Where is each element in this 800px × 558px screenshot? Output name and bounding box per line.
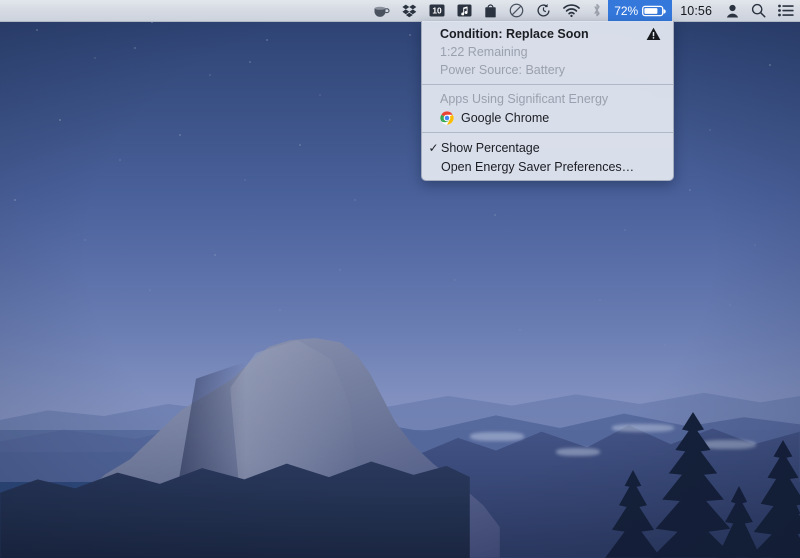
do-not-disturb-icon[interactable] — [503, 0, 530, 22]
bluetooth-icon[interactable] — [586, 0, 608, 22]
day-badge-icon[interactable]: 10 — [423, 0, 451, 22]
app-name-label: Google Chrome — [461, 111, 549, 125]
battery-time-remaining-row: 1:22 Remaining — [422, 43, 673, 61]
apps-using-energy-header: Apps Using Significant Energy — [422, 90, 673, 108]
snow-patch — [470, 432, 524, 441]
menu-separator — [422, 132, 673, 133]
battery-icon — [642, 5, 666, 17]
starfield — [0, 0, 800, 400]
battery-condition-label: Condition: Replace Soon — [440, 27, 589, 41]
snow-patch — [612, 424, 674, 432]
warning-triangle-icon — [646, 27, 661, 41]
dropbox-icon[interactable] — [396, 0, 423, 22]
menu-separator — [422, 84, 673, 85]
coffee-cup-icon[interactable] — [367, 0, 396, 22]
battery-percentage-label: 72% — [614, 4, 638, 18]
show-percentage-label: Show Percentage — [441, 141, 540, 155]
wifi-icon[interactable] — [557, 0, 586, 22]
checkmark-icon: ✓ — [427, 141, 440, 155]
battery-condition-row: Condition: Replace Soon — [422, 25, 673, 43]
day-badge-number: 10 — [433, 6, 443, 16]
notification-center-icon[interactable] — [772, 0, 800, 22]
battery-dropdown-menu: Condition: Replace Soon 1:22 Remaining P… — [421, 21, 674, 181]
shopping-bag-icon[interactable] — [478, 0, 503, 22]
chrome-icon — [440, 111, 454, 125]
menu-bar: 10 — [0, 0, 800, 22]
menubar-clock[interactable]: 10:56 — [672, 0, 720, 22]
snow-patch — [556, 448, 600, 456]
music-note-icon[interactable] — [451, 0, 478, 22]
menu-item-show-percentage[interactable]: ✓ Show Percentage — [422, 138, 673, 157]
spotlight-search-icon[interactable] — [745, 0, 772, 22]
open-energy-saver-preferences-label: Open Energy Saver Preferences… — [441, 160, 634, 174]
time-machine-icon[interactable] — [530, 0, 557, 22]
menu-item-open-energy-saver-preferences[interactable]: Open Energy Saver Preferences… — [422, 157, 673, 176]
battery-status-item[interactable]: 72% — [608, 0, 672, 22]
desktop-screen: 10 — [0, 0, 800, 558]
user-account-icon[interactable] — [720, 0, 745, 22]
battery-power-source-row: Power Source: Battery — [422, 61, 673, 79]
desktop-wallpaper — [0, 0, 800, 558]
app-list-item-google-chrome[interactable]: Google Chrome — [422, 108, 673, 127]
